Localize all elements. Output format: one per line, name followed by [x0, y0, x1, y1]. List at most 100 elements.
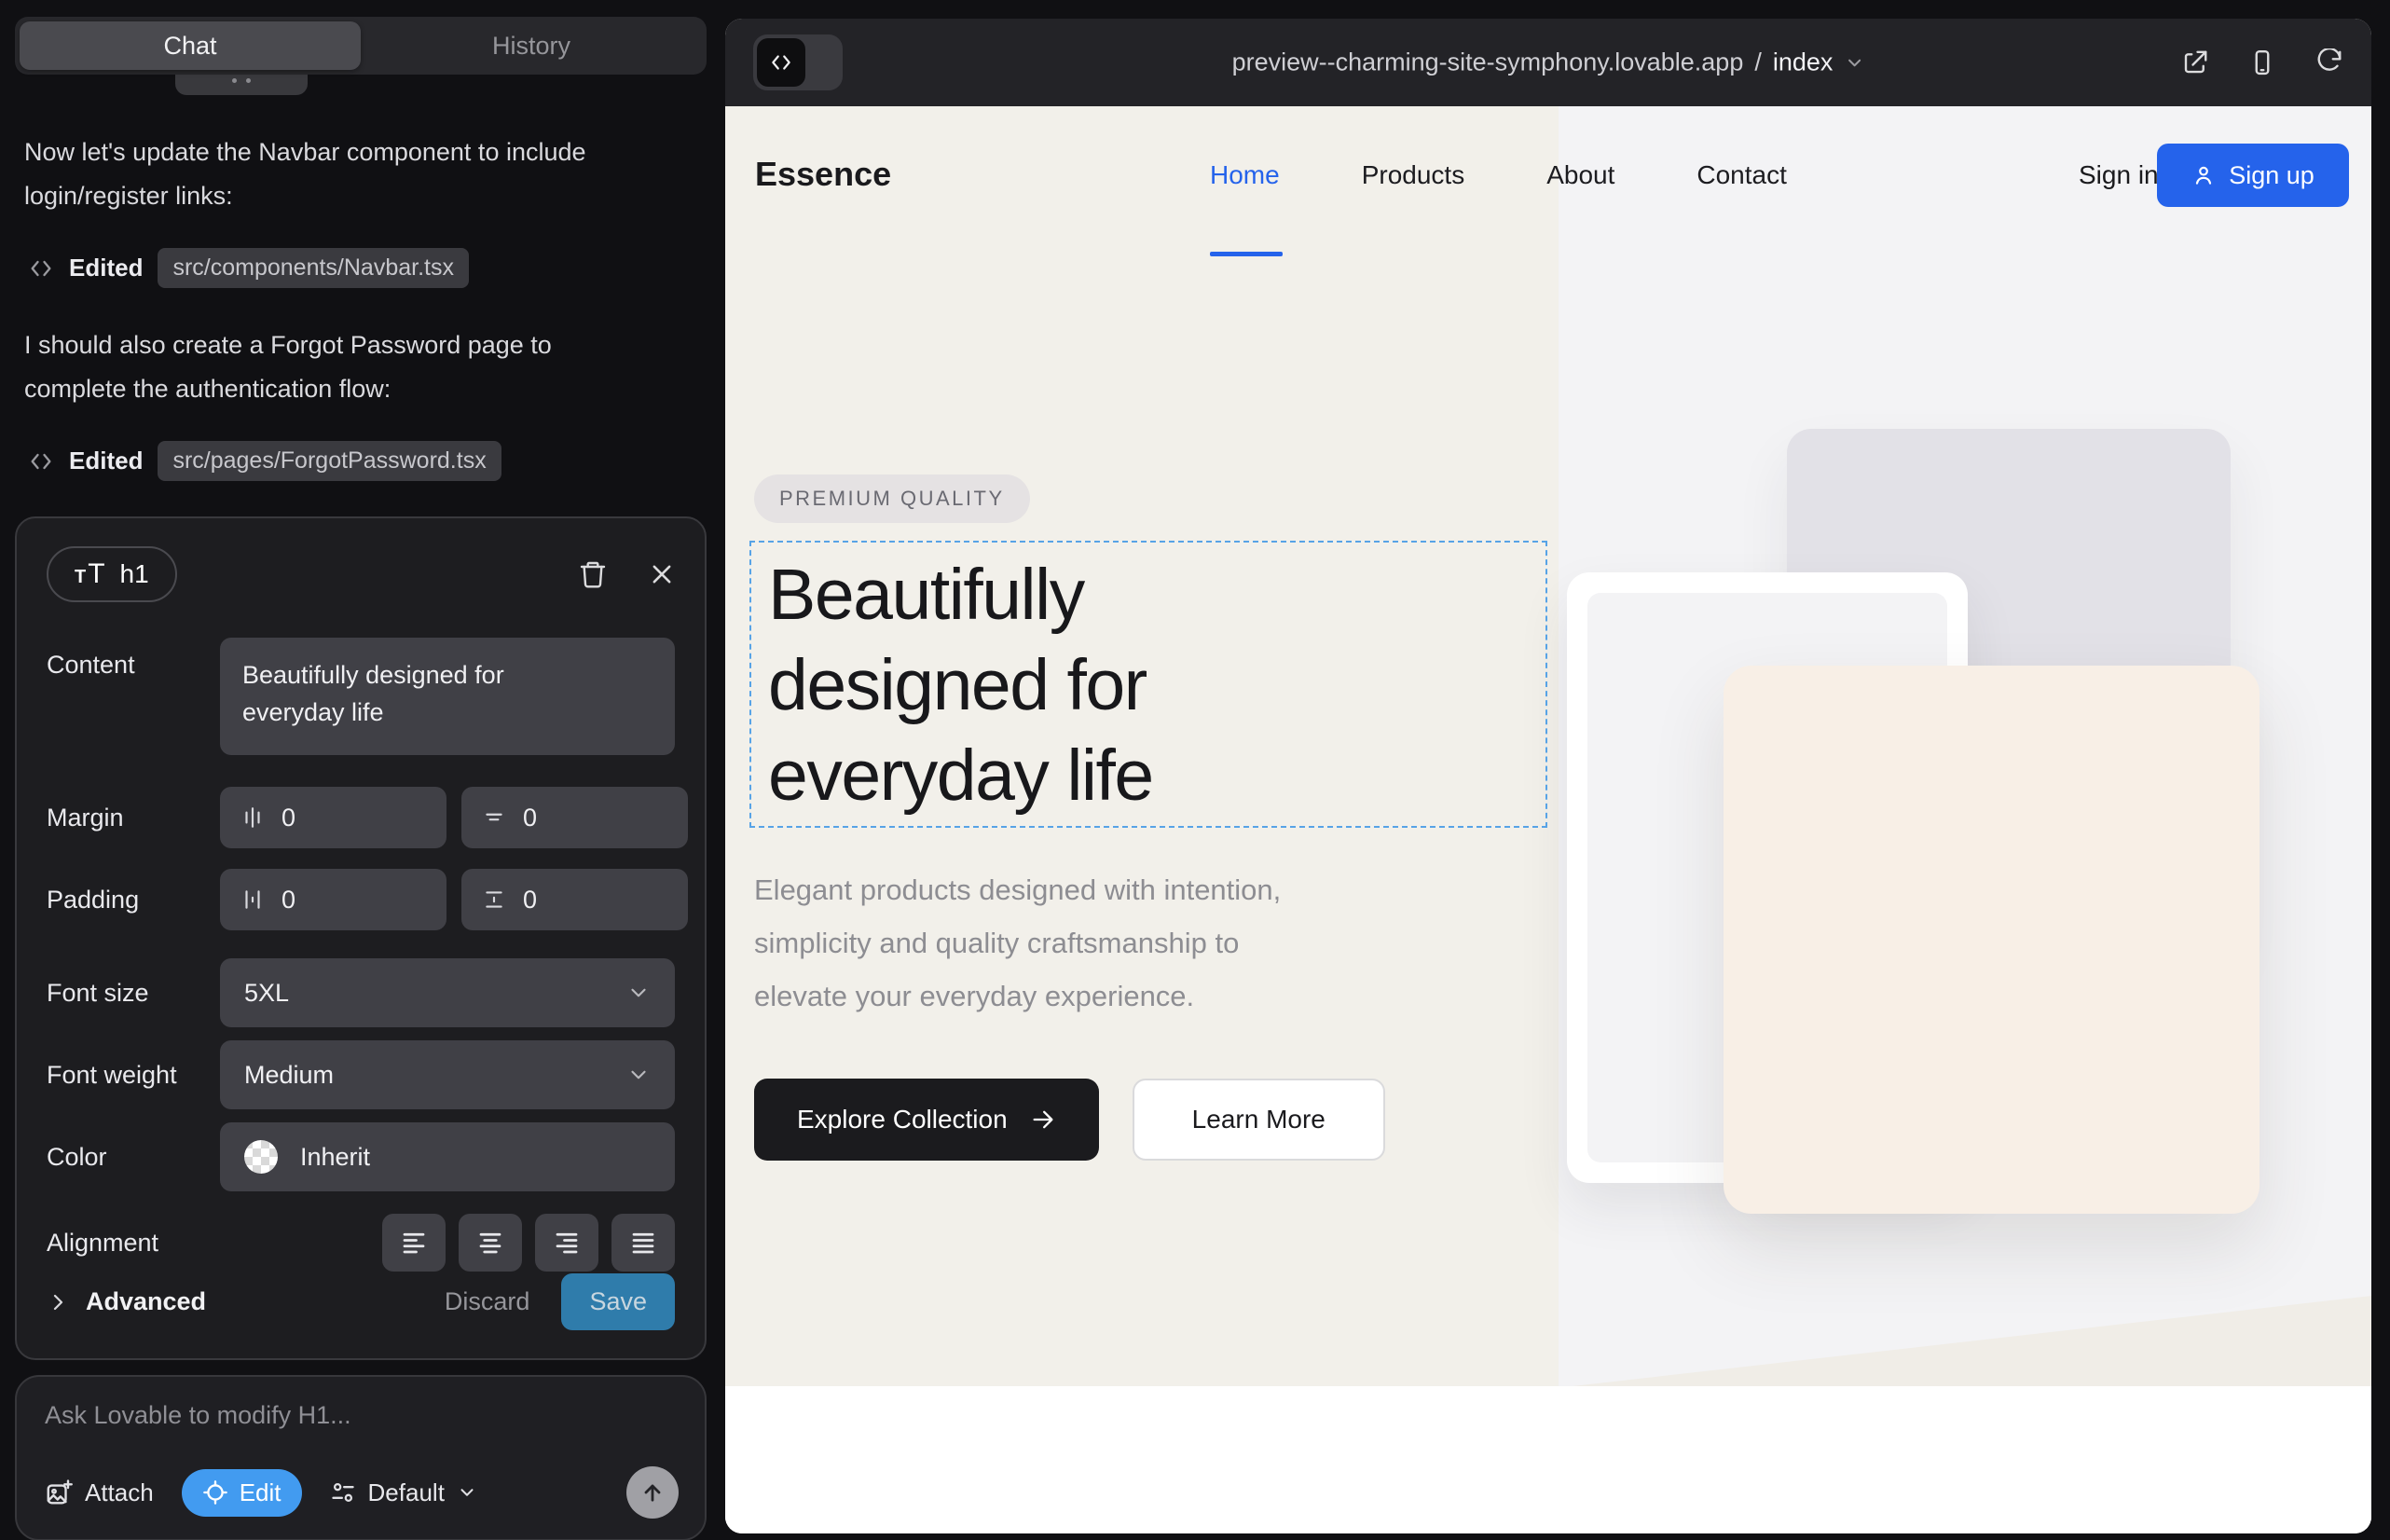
align-right-icon	[553, 1229, 581, 1257]
close-editor-button[interactable]	[649, 561, 675, 587]
edited-file-row: Edited src/pages/ForgotPassword.tsx	[28, 441, 707, 481]
attach-label: Attach	[85, 1478, 154, 1507]
external-link-icon	[2181, 48, 2209, 76]
open-in-new-tab-button[interactable]	[2181, 48, 2209, 76]
align-justify-button[interactable]	[611, 1214, 675, 1272]
prompt-composer: Attach Edit Default	[15, 1375, 707, 1540]
margin-horizontal-icon	[240, 805, 265, 830]
chevron-down-icon	[457, 1482, 477, 1503]
selected-element-pill[interactable]: TT h1	[47, 546, 177, 602]
edit-mode-button[interactable]: Edit	[182, 1469, 302, 1517]
element-tag: h1	[120, 559, 149, 589]
padding-x-input[interactable]: 0	[220, 869, 446, 930]
typography-icon: TT	[75, 561, 105, 587]
tab-history[interactable]: History	[361, 21, 702, 70]
sign-up-label: Sign up	[2229, 161, 2314, 190]
nav-link-products[interactable]: Products	[1362, 160, 1465, 190]
sign-in-link[interactable]: Sign in	[2079, 160, 2159, 190]
ellipsis-dot	[232, 78, 237, 83]
delete-element-button[interactable]	[578, 559, 608, 589]
preview-pane: preview--charming-site-symphony.lovable.…	[725, 0, 2390, 1540]
margin-x-value: 0	[282, 804, 295, 832]
align-left-button[interactable]	[382, 1214, 446, 1272]
nav-link-home[interactable]: Home	[1210, 160, 1280, 190]
font-size-field-row: Font size 5XL	[47, 958, 675, 1027]
discard-button[interactable]: Discard	[445, 1287, 530, 1316]
mode-label: Default	[368, 1478, 445, 1507]
edited-label: Edited	[69, 447, 143, 475]
url-page: index	[1773, 48, 1834, 77]
font-size-select[interactable]: 5XL	[220, 958, 675, 1027]
chevron-down-icon	[1844, 52, 1864, 73]
align-left-icon	[400, 1229, 428, 1257]
font-weight-value: Medium	[244, 1061, 334, 1090]
padding-label: Padding	[47, 886, 220, 914]
editor-header-actions	[578, 559, 675, 589]
target-icon	[202, 1479, 228, 1506]
mobile-view-button[interactable]	[2248, 48, 2276, 76]
edited-file-chip[interactable]: src/components/Navbar.tsx	[158, 248, 469, 288]
font-size-label: Font size	[47, 979, 220, 1008]
margin-y-input[interactable]: 0	[461, 787, 688, 848]
composer-toolbar: Attach Edit Default	[45, 1466, 679, 1519]
explore-collection-button[interactable]: Explore Collection	[754, 1079, 1099, 1161]
edit-label: Edit	[240, 1478, 282, 1507]
editor-footer: Advanced Discard Save	[47, 1273, 675, 1330]
padding-y-input[interactable]: 0	[461, 869, 688, 930]
refresh-icon	[2315, 48, 2343, 76]
padding-x-value: 0	[282, 886, 295, 914]
edited-file-chip[interactable]: src/pages/ForgotPassword.tsx	[158, 441, 501, 481]
save-button[interactable]: Save	[561, 1273, 675, 1330]
nav-link-contact[interactable]: Contact	[1696, 160, 1787, 190]
prompt-input[interactable]	[45, 1401, 679, 1430]
site-nav: Home Products About Contact	[1210, 160, 1787, 190]
send-button[interactable]	[626, 1466, 679, 1519]
mobile-icon	[2248, 48, 2276, 76]
content-input[interactable]: Beautifully designed for everyday life	[220, 638, 675, 755]
editor-header: TT h1	[47, 546, 675, 602]
advanced-toggle[interactable]: Advanced	[47, 1287, 206, 1316]
margin-vertical-icon	[482, 805, 506, 830]
font-weight-label: Font weight	[47, 1061, 220, 1090]
hero-card-beige	[1724, 666, 2260, 1214]
padding-vertical-icon	[482, 887, 506, 912]
chevron-down-icon	[626, 981, 651, 1005]
hero-heading-line: Beautifully	[768, 550, 1529, 640]
align-center-button[interactable]	[459, 1214, 522, 1272]
color-value: Inherit	[300, 1143, 370, 1172]
align-right-button[interactable]	[535, 1214, 598, 1272]
font-size-value: 5XL	[244, 979, 289, 1008]
hero-heading[interactable]: Beautifully designed for everyday life	[751, 543, 1545, 829]
code-preview-toggle[interactable]	[753, 34, 843, 90]
hero-paragraph-line: Elegant products designed with intention…	[754, 863, 1500, 916]
attach-button[interactable]: Attach	[45, 1478, 154, 1507]
edited-file-row: Edited src/components/Navbar.tsx	[28, 248, 707, 288]
sign-up-button[interactable]: Sign up	[2157, 144, 2349, 207]
mode-select-button[interactable]: Default	[330, 1478, 477, 1507]
chrome-actions	[2181, 48, 2343, 76]
preview-window: preview--charming-site-symphony.lovable.…	[725, 19, 2371, 1533]
editor-footer-actions: Discard Save	[445, 1273, 675, 1330]
content-label: Content	[47, 638, 220, 680]
arrow-right-icon	[1030, 1107, 1056, 1133]
hero-heading-line: designed for	[768, 640, 1529, 731]
hero-cta-row: Explore Collection Learn More	[754, 1079, 1385, 1161]
tab-chat[interactable]: Chat	[20, 21, 361, 70]
align-center-icon	[476, 1229, 504, 1257]
learn-more-button[interactable]: Learn More	[1133, 1079, 1385, 1161]
nav-link-about[interactable]: About	[1546, 160, 1614, 190]
color-label: Color	[47, 1143, 220, 1172]
refresh-button[interactable]	[2315, 48, 2343, 76]
code-icon	[757, 38, 805, 87]
margin-x-input[interactable]: 0	[220, 787, 446, 848]
chat-sidebar: Chat History Now let's update the Navbar…	[0, 0, 725, 1540]
preview-url[interactable]: preview--charming-site-symphony.lovable.…	[1232, 48, 1865, 77]
hero-badge: PREMIUM QUALITY	[754, 474, 1030, 523]
selected-element-outline[interactable]: Beautifully designed for everyday life	[749, 541, 1547, 828]
site-logo[interactable]: Essence	[755, 155, 891, 194]
color-select[interactable]: Inherit	[220, 1122, 675, 1191]
font-weight-select[interactable]: Medium	[220, 1040, 675, 1109]
preview-chrome-bar: preview--charming-site-symphony.lovable.…	[725, 19, 2371, 106]
padding-field-row: Padding 0 0	[47, 869, 675, 930]
lovable-app: Chat History Now let's update the Navbar…	[0, 0, 2390, 1540]
